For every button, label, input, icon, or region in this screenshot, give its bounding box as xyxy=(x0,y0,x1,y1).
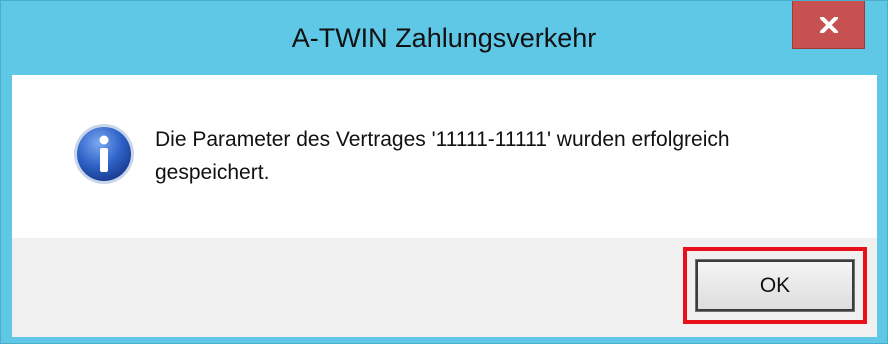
ok-button[interactable]: OK xyxy=(695,259,855,312)
info-icon xyxy=(74,124,134,184)
message-line-1: Die Parameter des Vertrages '11111-11111… xyxy=(155,128,730,151)
window-title: A-TWIN Zahlungsverkehr xyxy=(291,23,597,53)
dialog-client-area: Die Parameter des Vertrages '11111-11111… xyxy=(12,75,877,337)
title-bar[interactable]: A-TWIN Zahlungsverkehr xyxy=(1,1,887,75)
button-bar: OK xyxy=(12,238,877,337)
message-line-2: gespeichert. xyxy=(155,161,270,184)
close-icon xyxy=(819,16,838,33)
close-button[interactable] xyxy=(792,1,865,49)
message-area: Die Parameter des Vertrages '11111-11111… xyxy=(12,75,877,238)
message-text: Die Parameter des Vertrages '11111-11111… xyxy=(155,123,855,189)
dialog-window: A-TWIN Zahlungsverkehr Die Parameter des… xyxy=(0,0,888,344)
